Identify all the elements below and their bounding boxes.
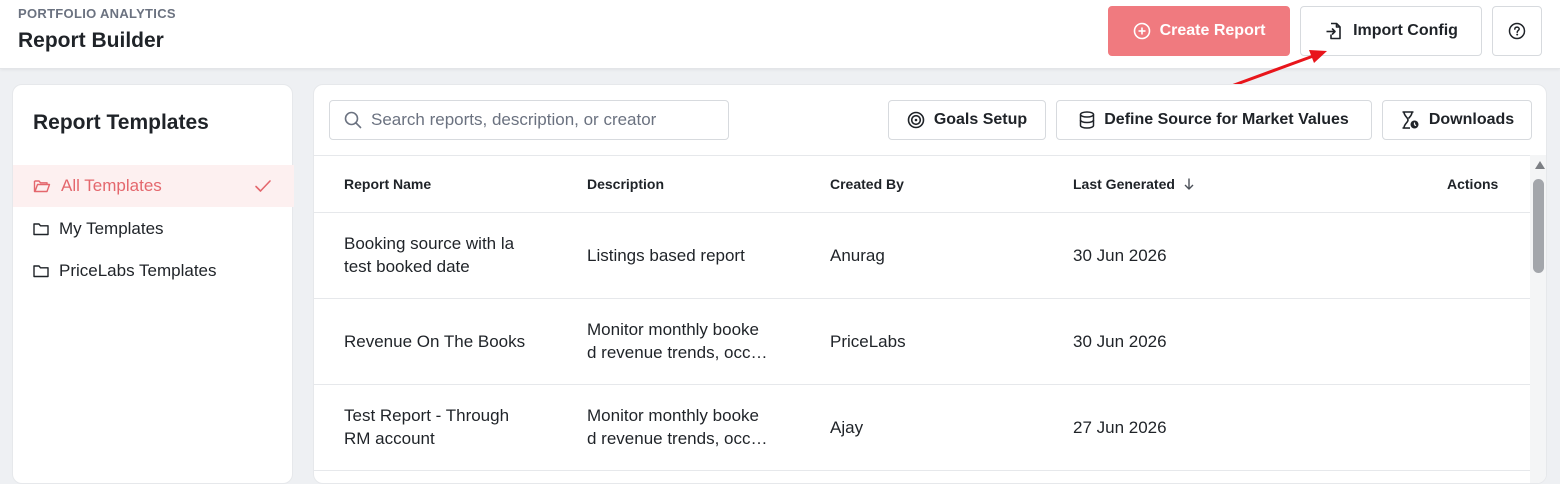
column-header-last-generated[interactable]: Last Generated	[1073, 176, 1195, 192]
search-box[interactable]	[329, 100, 729, 140]
arrow-down-icon[interactable]	[1183, 177, 1195, 191]
table-row[interactable]: Test Report - Through RM account Monitor…	[314, 385, 1530, 471]
import-config-label: Import Config	[1353, 22, 1458, 39]
search-icon	[344, 111, 362, 129]
downloads-label: Downloads	[1428, 111, 1515, 128]
description-line: Monitor monthly booke	[587, 406, 759, 425]
table-row[interactable]: Booking source with la test booked date …	[314, 213, 1530, 299]
page-title: Report Builder	[18, 29, 164, 52]
column-header-description[interactable]: Description	[587, 176, 664, 192]
sidebar-item-label: PriceLabs Templates	[59, 261, 217, 280]
created-by-cell: Ajay	[830, 418, 864, 437]
folder-icon	[33, 264, 49, 278]
hourglass-icon	[1400, 110, 1420, 130]
description-line: d revenue trends, occ…	[587, 429, 768, 448]
column-header-actions: Actions	[1447, 176, 1499, 192]
reports-panel: Goals Setup Define Source for Market Val…	[313, 84, 1547, 484]
sidebar-item-all-templates[interactable]: All Templates	[13, 165, 294, 207]
help-button[interactable]	[1492, 6, 1542, 56]
database-icon	[1079, 111, 1095, 129]
app-header: PORTFOLIO ANALYTICS Report Builder Creat…	[0, 0, 1560, 69]
search-input[interactable]	[371, 105, 721, 135]
report-name-cell[interactable]: Booking source with la test booked date	[344, 232, 544, 278]
sidebar-item-label: My Templates	[59, 219, 164, 238]
section-eyebrow: PORTFOLIO ANALYTICS	[18, 6, 176, 21]
sidebar-item-my-templates[interactable]: My Templates	[13, 208, 294, 250]
last-generated-cell: 30 Jun 2026	[1073, 332, 1167, 351]
check-icon	[254, 178, 272, 198]
file-import-icon	[1324, 21, 1344, 41]
column-header-report-name[interactable]: Report Name	[344, 176, 431, 192]
templates-sidebar: Report Templates All Templates My Templa…	[12, 84, 294, 484]
description-line: Monitor monthly booke	[587, 320, 759, 339]
report-name-cell[interactable]: Revenue On The Books	[344, 330, 544, 353]
downloads-button[interactable]: Downloads	[1382, 100, 1532, 140]
report-name-cell[interactable]: Test Report - Through RM account	[344, 404, 544, 450]
create-report-button[interactable]: Create Report	[1108, 6, 1290, 56]
report-name-line: test booked date	[344, 257, 470, 276]
templates-heading: Report Templates	[33, 111, 209, 134]
define-source-button[interactable]: Define Source for Market Values	[1056, 100, 1372, 140]
sidebar-item-label: All Templates	[61, 176, 162, 195]
goals-setup-button[interactable]: Goals Setup	[888, 100, 1046, 140]
sidebar-item-pricelabs-templates[interactable]: PriceLabs Templates	[13, 250, 294, 292]
last-generated-cell: 27 Jun 2026	[1073, 418, 1167, 437]
report-name-line: Test Report - Through	[344, 406, 510, 425]
created-by-cell: Anurag	[830, 246, 885, 265]
define-source-label: Define Source for Market Values	[1104, 111, 1349, 128]
folder-open-icon	[33, 178, 51, 194]
create-report-label: Create Report	[1159, 22, 1266, 39]
report-name-line: Revenue On The Books	[344, 332, 526, 351]
plus-circle-icon	[1133, 22, 1151, 40]
vertical-scrollbar[interactable]	[1530, 155, 1546, 483]
column-header-created-by[interactable]: Created By	[830, 176, 904, 192]
report-name-line: RM account	[344, 429, 435, 448]
scrollbar-thumb[interactable]	[1533, 179, 1544, 273]
folder-icon	[33, 222, 49, 236]
scroll-up-arrow-icon[interactable]	[1535, 161, 1545, 169]
import-config-button[interactable]: Import Config	[1300, 6, 1482, 56]
created-by-cell: PriceLabs	[830, 332, 906, 351]
target-icon	[907, 111, 925, 129]
last-generated-cell: 30 Jun 2026	[1073, 246, 1167, 265]
description-line: d revenue trends, occ…	[587, 343, 768, 362]
table-header: Report Name Description Created By Last …	[314, 155, 1530, 213]
description-cell: Monitor monthly booke d revenue trends, …	[587, 318, 787, 364]
question-circle-icon	[1508, 22, 1526, 40]
table-row[interactable]: Revenue On The Books Monitor monthly boo…	[314, 299, 1530, 385]
column-header-label: Last Generated	[1073, 176, 1175, 192]
description-line: Listings based report	[587, 246, 745, 265]
description-cell: Listings based report	[587, 244, 787, 267]
description-cell: Monitor monthly booke d revenue trends, …	[587, 404, 787, 450]
report-name-line: Booking source with la	[344, 234, 515, 253]
goals-setup-label: Goals Setup	[933, 111, 1028, 128]
